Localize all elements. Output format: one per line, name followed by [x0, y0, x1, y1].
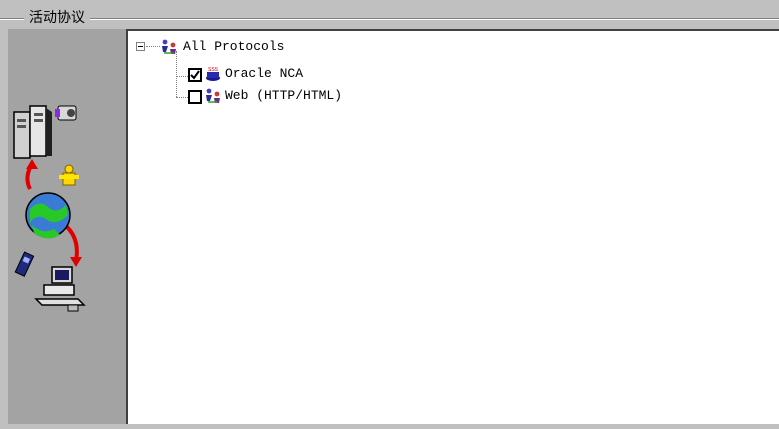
oracle-nca-label[interactable]: Oracle NCA — [225, 66, 303, 82]
illustration — [13, 105, 86, 312]
server-icon — [13, 105, 52, 159]
protocol-tree[interactable]: All Protocols SSS Oracle NCA Web (HTTP/H… — [126, 29, 779, 424]
network-users-icon — [162, 39, 176, 54]
checkmark-icon — [190, 70, 200, 80]
illustration-panel — [8, 29, 126, 424]
tree-connector — [176, 51, 177, 97]
tree-root-label[interactable]: All Protocols — [183, 39, 284, 55]
tree-connector — [176, 97, 188, 98]
tree-connector — [146, 46, 160, 47]
workstation-icon — [34, 266, 86, 312]
tree-connector — [176, 76, 188, 77]
user-icon — [59, 164, 79, 186]
collapse-toggle[interactable] — [136, 42, 145, 51]
web-protocol-icon — [206, 88, 220, 103]
web-http-html-label[interactable]: Web (HTTP/HTML) — [225, 88, 342, 104]
globe-icon — [25, 192, 71, 239]
oracle-nca-checkbox[interactable] — [188, 68, 202, 82]
oracle-icon: SSS — [206, 67, 220, 81]
group-line — [0, 18, 779, 20]
svg-text:SSS: SSS — [208, 67, 219, 73]
group-title: 活动协议 — [24, 8, 90, 26]
mobile-phone-icon — [14, 251, 35, 277]
camera-icon — [55, 105, 77, 121]
web-http-html-checkbox[interactable] — [188, 90, 202, 104]
